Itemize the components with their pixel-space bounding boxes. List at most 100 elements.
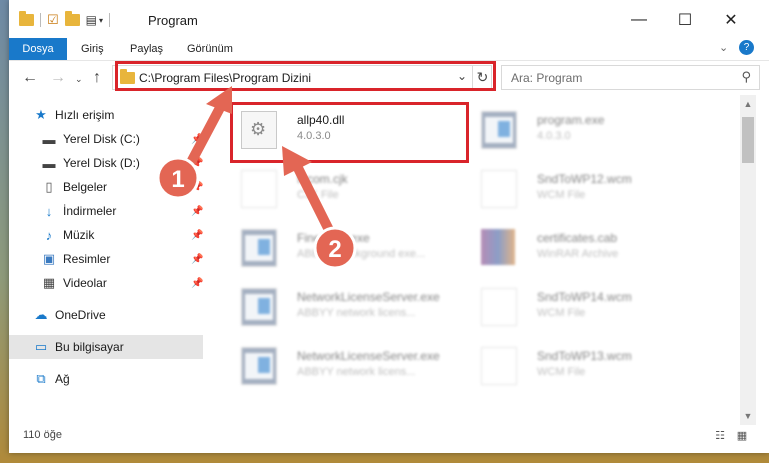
file-type: WCM File (537, 189, 586, 201)
sidebar-item-network[interactable]: ⧉ Ağ (9, 367, 203, 391)
maximize-button[interactable]: ☐ (665, 6, 705, 34)
sidebar-item-disk-d[interactable]: ▬ Yerel Disk (D:) 📌 (9, 151, 204, 175)
file-name: certificates.cab (537, 231, 618, 245)
sidebar-item-label: İndirmeler (63, 204, 117, 218)
search-icon: ⚲ (741, 69, 751, 84)
sidebar-item-label: Resimler (63, 252, 111, 266)
toolbar-divider (109, 13, 111, 27)
sidebar-item-label: OneDrive (55, 308, 106, 322)
sidebar-item-label: Ağ (55, 372, 70, 386)
document-icon: ▯ (45, 179, 53, 194)
address-bar-highlight (115, 61, 496, 91)
pin-icon[interactable]: 📌 (191, 254, 203, 265)
forward-button[interactable]: → (50, 69, 66, 87)
pin-icon[interactable]: 📌 (191, 230, 203, 241)
file-item[interactable]: SndToWP14.wcm WCM File (473, 278, 703, 328)
title-bar: ☑ ▤ ▾ Program — ☐ ✕ (9, 0, 769, 38)
archive-icon (481, 229, 515, 265)
up-button[interactable]: ↑ (93, 69, 101, 87)
sidebar-item-documents[interactable]: ▯ Belgeler 📌 (9, 175, 203, 199)
scroll-up-icon[interactable]: ▲ (740, 99, 756, 109)
file-type: WinRAR Archive (537, 248, 619, 260)
customize-chevron-icon[interactable]: ▾ (99, 16, 103, 25)
computer-icon: ▭ (34, 339, 48, 354)
pin-icon[interactable]: 📌 (191, 158, 203, 169)
back-button[interactable]: ← (22, 69, 38, 87)
sidebar-item-videos[interactable]: ▦ Videolar 📌 (9, 271, 204, 295)
film-icon: ▦ (42, 275, 56, 290)
music-icon: ♪ (45, 227, 53, 243)
drive-icon: ▬ (42, 155, 56, 171)
sidebar-item-downloads[interactable]: ↓ İndirmeler 📌 (9, 199, 204, 223)
exe-file-icon (241, 229, 277, 267)
search-input[interactable]: Ara: Program (511, 71, 582, 85)
sidebar-item-label: Bu bilgisayar (55, 340, 124, 354)
vertical-scrollbar[interactable]: ▲ ▼ (740, 95, 756, 425)
tab-view[interactable]: Görünüm (187, 38, 233, 60)
file-item[interactable]: NetworkLicenseServer.exe ABBYY network l… (233, 278, 463, 328)
pin-icon[interactable]: 📌 (191, 182, 203, 193)
sidebar-item-disk-c[interactable]: ▬ Yerel Disk (C:) 📌 (9, 127, 204, 151)
file-item-program-exe[interactable]: program.exe 4.0.3.0 (473, 101, 703, 151)
file-item[interactable]: certificates.cab WinRAR Archive (473, 219, 703, 269)
network-icon: ⧉ (36, 371, 46, 386)
item-count: 110 öğe (23, 429, 62, 441)
file-type: WCM File (537, 307, 586, 319)
sidebar-item-label: Belgeler (63, 180, 108, 194)
scroll-down-icon[interactable]: ▼ (740, 411, 756, 421)
help-icon[interactable]: ? (739, 40, 754, 55)
status-bar: 110 öğe ☷ ▦ (9, 425, 769, 447)
new-folder-icon[interactable] (64, 11, 80, 26)
file-item[interactable]: SndToWP12.wcm WCM File (473, 160, 703, 210)
sidebar-item-label: Müzik (63, 228, 95, 242)
sidebar-item-label: Videolar (63, 276, 107, 290)
file-item[interactable]: NetworkLicenseServer.exe ABBYY network l… (233, 337, 463, 387)
scrollbar-thumb[interactable] (742, 117, 754, 163)
file-name: NetworkLicenseServer.exe (297, 349, 440, 363)
view-toggle-icon[interactable]: ▤ (86, 13, 97, 27)
explorer-window: ☑ ▤ ▾ Program — ☐ ✕ Dosya Giriş Paylaş G… (9, 0, 769, 453)
tab-file[interactable]: Dosya (9, 38, 67, 60)
file-item[interactable]: fncom.cjk CJK File (233, 160, 463, 210)
close-button[interactable]: ✕ (711, 6, 751, 34)
file-item[interactable]: SndToWP13.wcm WCM File (473, 337, 703, 387)
file-type: ABBYY network licens... (297, 366, 416, 378)
file-name: SndToWP13.wcm (537, 349, 632, 363)
properties-icon[interactable]: ☑ (47, 12, 59, 28)
sidebar-item-label: Hızlı erişim (55, 108, 115, 122)
sidebar-item-music[interactable]: ♪ Müzik 📌 (9, 223, 204, 247)
ribbon-tabs: Dosya Giriş Paylaş Görünüm ⌄ ? (9, 38, 769, 61)
tab-share[interactable]: Paylaş (130, 38, 163, 60)
file-icon (481, 347, 517, 385)
large-icons-view-icon[interactable]: ▦ (735, 428, 749, 442)
pin-icon[interactable]: 📌 (191, 206, 203, 217)
tab-home[interactable]: Giriş (81, 38, 104, 60)
drive-icon: ▬ (42, 131, 56, 147)
file-type: WCM File (537, 366, 586, 378)
sidebar-item-this-pc[interactable]: ▭ Bu bilgisayar (9, 335, 203, 359)
pin-icon[interactable]: 📌 (191, 134, 203, 145)
search-box[interactable]: Ara: Program ⚲ (501, 65, 760, 90)
file-item[interactable]: FineExec.exe ABBYY Background exe... (233, 219, 463, 269)
file-icon (241, 170, 277, 208)
file-name: FineExec.exe (297, 231, 370, 245)
ribbon-expand-icon[interactable]: ⌄ (719, 41, 728, 54)
quick-access-toolbar: ☑ ▤ ▾ (19, 11, 116, 29)
file-type: ABBYY Background exe... (297, 248, 426, 260)
file-name: program.exe (537, 113, 605, 127)
pin-icon[interactable]: 📌 (191, 278, 203, 289)
details-view-icon[interactable]: ☷ (713, 428, 727, 442)
sidebar-item-label: Yerel Disk (C:) (63, 132, 140, 146)
sidebar-item-quick-access[interactable]: ★ Hızlı erişim (9, 103, 203, 127)
recent-locations-icon[interactable]: ⌄ (75, 74, 83, 85)
minimize-button[interactable]: — (619, 6, 659, 34)
file-highlight (230, 102, 469, 163)
toolbar-divider (40, 13, 41, 27)
folder-icon[interactable] (19, 11, 34, 26)
file-name: SndToWP12.wcm (537, 172, 632, 186)
sidebar-item-pictures[interactable]: ▣ Resimler 📌 (9, 247, 204, 271)
file-version: 4.0.3.0 (537, 130, 571, 142)
sidebar-item-onedrive[interactable]: ☁ OneDrive (9, 303, 203, 327)
file-name: SndToWP14.wcm (537, 290, 632, 304)
star-icon: ★ (35, 107, 47, 122)
